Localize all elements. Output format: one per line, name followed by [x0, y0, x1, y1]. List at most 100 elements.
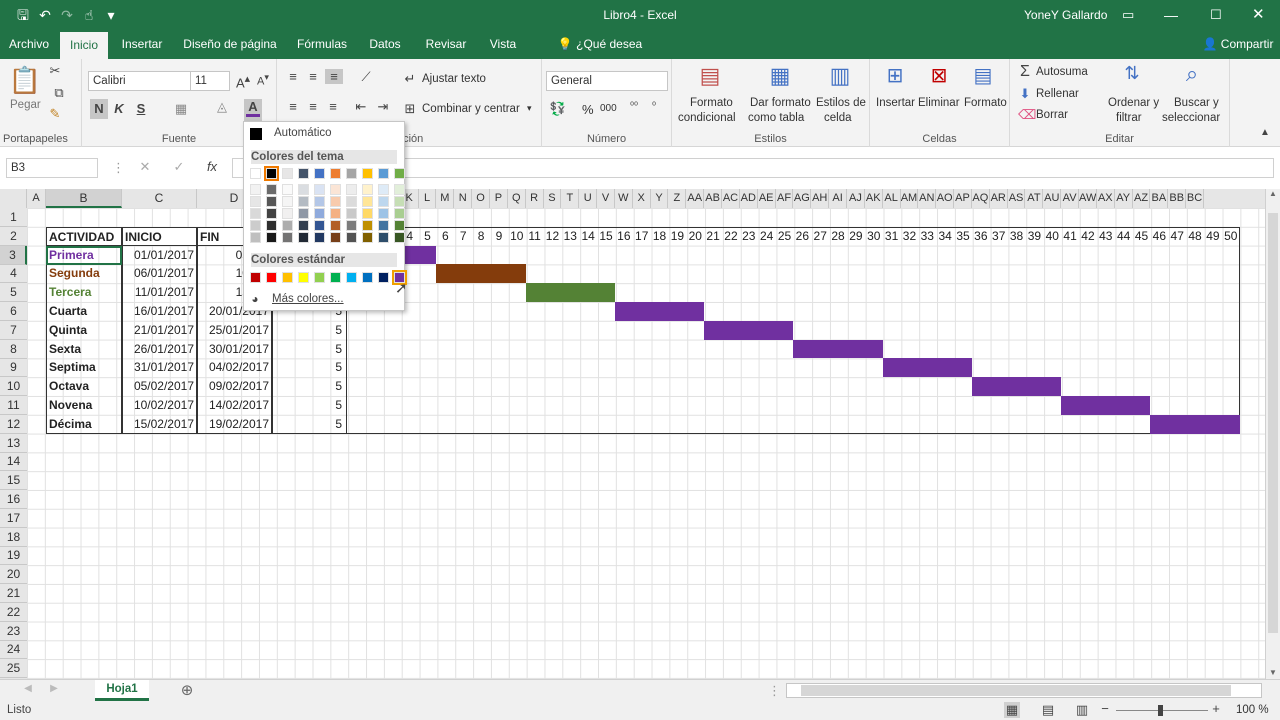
theme-color-swatch[interactable] — [250, 196, 261, 207]
duration-cell[interactable]: 5 — [272, 358, 347, 378]
automatic-color-option[interactable]: Automático — [274, 127, 332, 139]
theme-color-swatch[interactable] — [250, 208, 261, 219]
format-as-table-icon[interactable]: ▦ — [766, 63, 794, 89]
theme-color-swatch[interactable] — [330, 196, 341, 207]
activity-cell[interactable]: Septima — [46, 358, 122, 378]
theme-color-swatch[interactable] — [394, 196, 405, 207]
theme-color-swatch[interactable] — [330, 220, 341, 231]
align-right-icon[interactable]: ≡ — [325, 99, 341, 114]
theme-color-swatch[interactable] — [314, 168, 325, 179]
more-colors-option[interactable]: Más colores... — [272, 293, 344, 305]
row-header[interactable]: 6 — [0, 302, 27, 321]
horizontal-scrollbar[interactable] — [786, 683, 1262, 698]
number-format-select[interactable]: General — [546, 71, 668, 91]
tab-splitter-icon[interactable]: ⋮ — [768, 683, 781, 699]
column-header[interactable]: C — [122, 189, 197, 208]
theme-color-swatch[interactable] — [378, 232, 389, 243]
italic-button[interactable]: K — [112, 101, 126, 116]
theme-color-swatch[interactable] — [250, 184, 261, 195]
bold-button[interactable]: N — [90, 99, 108, 119]
touch-mode-icon[interactable]: ☝ — [78, 0, 100, 30]
activity-cell[interactable]: Novena — [46, 396, 122, 415]
theme-color-swatch[interactable] — [314, 232, 325, 243]
row-header[interactable]: 20 — [0, 565, 27, 585]
align-center-icon[interactable]: ≡ — [305, 99, 321, 114]
column-header[interactable]: BB — [1168, 189, 1187, 208]
column-header[interactable]: AM — [901, 189, 919, 208]
standard-color-swatch[interactable] — [250, 272, 261, 283]
theme-color-swatch[interactable] — [362, 168, 373, 179]
end-date-cell[interactable]: 25/01/2017 — [197, 320, 272, 340]
theme-color-swatch[interactable] — [330, 208, 341, 219]
theme-color-swatch[interactable] — [330, 232, 341, 243]
font-color-button[interactable]: A — [244, 99, 262, 121]
zoom-slider-thumb[interactable] — [1158, 705, 1163, 716]
column-header[interactable]: AE — [758, 189, 776, 208]
start-date-cell[interactable]: 26/01/2017 — [122, 339, 197, 359]
automatic-color-swatch[interactable] — [250, 128, 262, 140]
paste-button[interactable]: Pegar — [10, 99, 41, 111]
column-header[interactable]: AK — [865, 189, 883, 208]
sort-filter-line1[interactable]: Ordenar y — [1108, 97, 1159, 109]
zoom-in-icon[interactable]: + — [1210, 701, 1222, 716]
column-header[interactable]: AS — [1008, 189, 1026, 208]
theme-color-swatch[interactable] — [282, 208, 293, 219]
end-date-cell[interactable]: 30/01/2017 — [197, 339, 272, 359]
next-sheet-icon[interactable]: ▶ — [48, 683, 60, 694]
autosum-button[interactable]: Autosuma — [1036, 66, 1088, 78]
theme-color-swatch[interactable] — [264, 166, 279, 181]
column-header[interactable]: AB — [704, 189, 723, 208]
column-header[interactable]: AN — [918, 189, 937, 208]
column-header[interactable]: AQ — [972, 189, 990, 208]
theme-color-swatch[interactable] — [250, 168, 261, 179]
start-date-cell[interactable]: 16/01/2017 — [122, 302, 197, 321]
align-middle-icon[interactable]: ≡ — [305, 69, 321, 84]
more-colors-icon[interactable]: ◕ — [248, 292, 262, 306]
accounting-format-icon[interactable]: 💱 — [548, 101, 568, 117]
theme-color-swatch[interactable] — [282, 220, 293, 231]
standard-color-swatch[interactable] — [282, 272, 293, 283]
theme-color-swatch[interactable] — [346, 184, 357, 195]
insert-cells-icon[interactable]: ⊞ — [882, 63, 908, 88]
column-header[interactable]: A — [27, 189, 46, 208]
theme-color-swatch[interactable] — [346, 196, 357, 207]
column-header[interactable]: AU — [1043, 189, 1062, 208]
find-select-icon[interactable]: ⌕ — [1178, 61, 1206, 87]
column-header[interactable]: S — [544, 189, 562, 208]
delete-cells-icon[interactable]: ⊠ — [926, 63, 952, 88]
maximize-button[interactable]: ☐ — [1210, 0, 1222, 30]
sort-filter-icon[interactable]: ⇅ — [1118, 63, 1146, 84]
wrap-text-button[interactable]: Ajustar texto — [422, 73, 486, 85]
page-layout-icon[interactable]: ▤ — [1040, 702, 1056, 718]
row-header[interactable]: 5 — [0, 283, 27, 303]
start-date-cell[interactable]: 10/02/2017 — [122, 396, 197, 415]
format-cells-button[interactable]: Formato — [964, 97, 1007, 109]
collapse-ribbon-icon[interactable]: ▲ — [1258, 127, 1272, 138]
activity-cell[interactable]: Tercera — [46, 283, 122, 303]
borders-icon[interactable]: ▦ — [174, 101, 188, 117]
row-header[interactable]: 11 — [0, 396, 27, 415]
standard-color-swatch[interactable] — [314, 272, 325, 283]
cell-styles-line1[interactable]: Estilos de — [816, 97, 866, 109]
start-date-cell[interactable]: 15/02/2017 — [122, 414, 197, 434]
theme-color-swatch[interactable] — [378, 220, 389, 231]
row-header[interactable]: 13 — [0, 434, 27, 453]
autosum-icon[interactable]: Σ — [1018, 63, 1032, 81]
column-header[interactable]: AF — [776, 189, 794, 208]
row-header[interactable]: 10 — [0, 377, 27, 397]
increase-indent-icon[interactable]: ⇥ — [375, 99, 391, 115]
theme-color-swatch[interactable] — [314, 208, 325, 219]
select-all-corner[interactable] — [0, 189, 27, 208]
row-header[interactable]: 16 — [0, 490, 27, 509]
column-header[interactable]: AH — [811, 189, 830, 208]
theme-color-swatch[interactable] — [378, 208, 389, 219]
vertical-scrollbar[interactable]: ▲ ▼ — [1265, 189, 1280, 679]
customize-qat-icon[interactable]: ▾ — [100, 0, 122, 30]
column-header[interactable]: B — [46, 189, 122, 208]
tab-item-7[interactable]: Vista — [483, 30, 523, 59]
insert-cells-button[interactable]: Insertar — [876, 97, 915, 109]
activity-cell[interactable]: Cuarta — [46, 302, 122, 321]
column-header[interactable]: R — [526, 189, 544, 208]
conditional-format-icon[interactable]: ▤ — [696, 63, 724, 89]
tab-item-3[interactable]: Diseño de página — [180, 30, 280, 59]
